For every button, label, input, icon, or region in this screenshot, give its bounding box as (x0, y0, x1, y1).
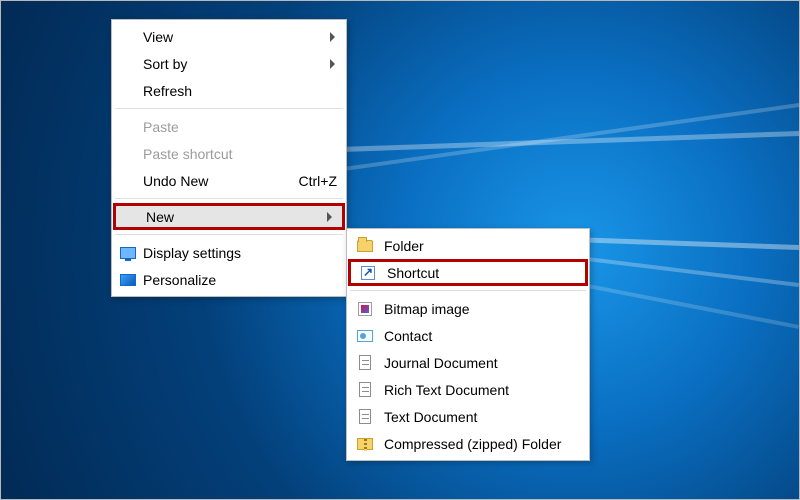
chevron-right-icon (330, 32, 335, 42)
desktop-light-ray (279, 131, 799, 154)
menu-item-label: New (146, 209, 334, 225)
submenu-item-rtf[interactable]: Rich Text Document (348, 376, 588, 403)
menu-item-label: Text Document (384, 409, 580, 425)
bitmap-icon (356, 301, 374, 317)
menu-item-label: Rich Text Document (384, 382, 580, 398)
menu-item-label: View (143, 29, 337, 45)
document-icon (356, 382, 374, 398)
new-submenu: Folder Shortcut Bitmap image Contact Jou… (346, 228, 590, 461)
menu-item-label: Sort by (143, 56, 337, 72)
menu-item-personalize[interactable]: Personalize (113, 266, 345, 293)
submenu-item-shortcut[interactable]: Shortcut (348, 259, 588, 286)
submenu-item-text[interactable]: Text Document (348, 403, 588, 430)
submenu-item-folder[interactable]: Folder (348, 232, 588, 259)
menu-item-label: Bitmap image (384, 301, 580, 317)
document-icon (356, 355, 374, 371)
menu-item-label: Shortcut (387, 265, 577, 281)
monitor-icon (119, 245, 137, 261)
desktop-context-menu: View Sort by Refresh Paste Paste shortcu… (111, 19, 347, 297)
menu-item-label: Compressed (zipped) Folder (384, 436, 580, 452)
submenu-item-bitmap[interactable]: Bitmap image (348, 295, 588, 322)
personalize-icon (119, 272, 137, 288)
menu-item-label: Personalize (143, 272, 337, 288)
chevron-right-icon (327, 212, 332, 222)
menu-item-view[interactable]: View (113, 23, 345, 50)
menu-item-label: Paste (143, 119, 337, 135)
menu-item-label: Undo New (143, 173, 287, 189)
menu-item-refresh[interactable]: Refresh (113, 77, 345, 104)
menu-item-new[interactable]: New (113, 203, 345, 230)
accelerator-text: Ctrl+Z (299, 173, 338, 189)
zip-folder-icon (356, 436, 374, 452)
menu-item-paste-shortcut: Paste shortcut (113, 140, 345, 167)
menu-separator (115, 198, 343, 199)
menu-item-label: Refresh (143, 83, 337, 99)
menu-item-label: Journal Document (384, 355, 580, 371)
menu-item-label: Display settings (143, 245, 337, 261)
menu-item-label: Contact (384, 328, 580, 344)
menu-separator (350, 290, 586, 291)
submenu-item-journal[interactable]: Journal Document (348, 349, 588, 376)
menu-separator (115, 108, 343, 109)
menu-item-undo[interactable]: Undo New Ctrl+Z (113, 167, 345, 194)
contact-icon (356, 328, 374, 344)
submenu-item-contact[interactable]: Contact (348, 322, 588, 349)
menu-item-sort-by[interactable]: Sort by (113, 50, 345, 77)
chevron-right-icon (330, 59, 335, 69)
folder-icon (356, 238, 374, 254)
submenu-item-zip[interactable]: Compressed (zipped) Folder (348, 430, 588, 457)
shortcut-icon (359, 265, 377, 281)
document-icon (356, 409, 374, 425)
menu-item-label: Folder (384, 238, 580, 254)
menu-separator (115, 234, 343, 235)
menu-item-display-settings[interactable]: Display settings (113, 239, 345, 266)
menu-item-paste: Paste (113, 113, 345, 140)
menu-item-label: Paste shortcut (143, 146, 337, 162)
